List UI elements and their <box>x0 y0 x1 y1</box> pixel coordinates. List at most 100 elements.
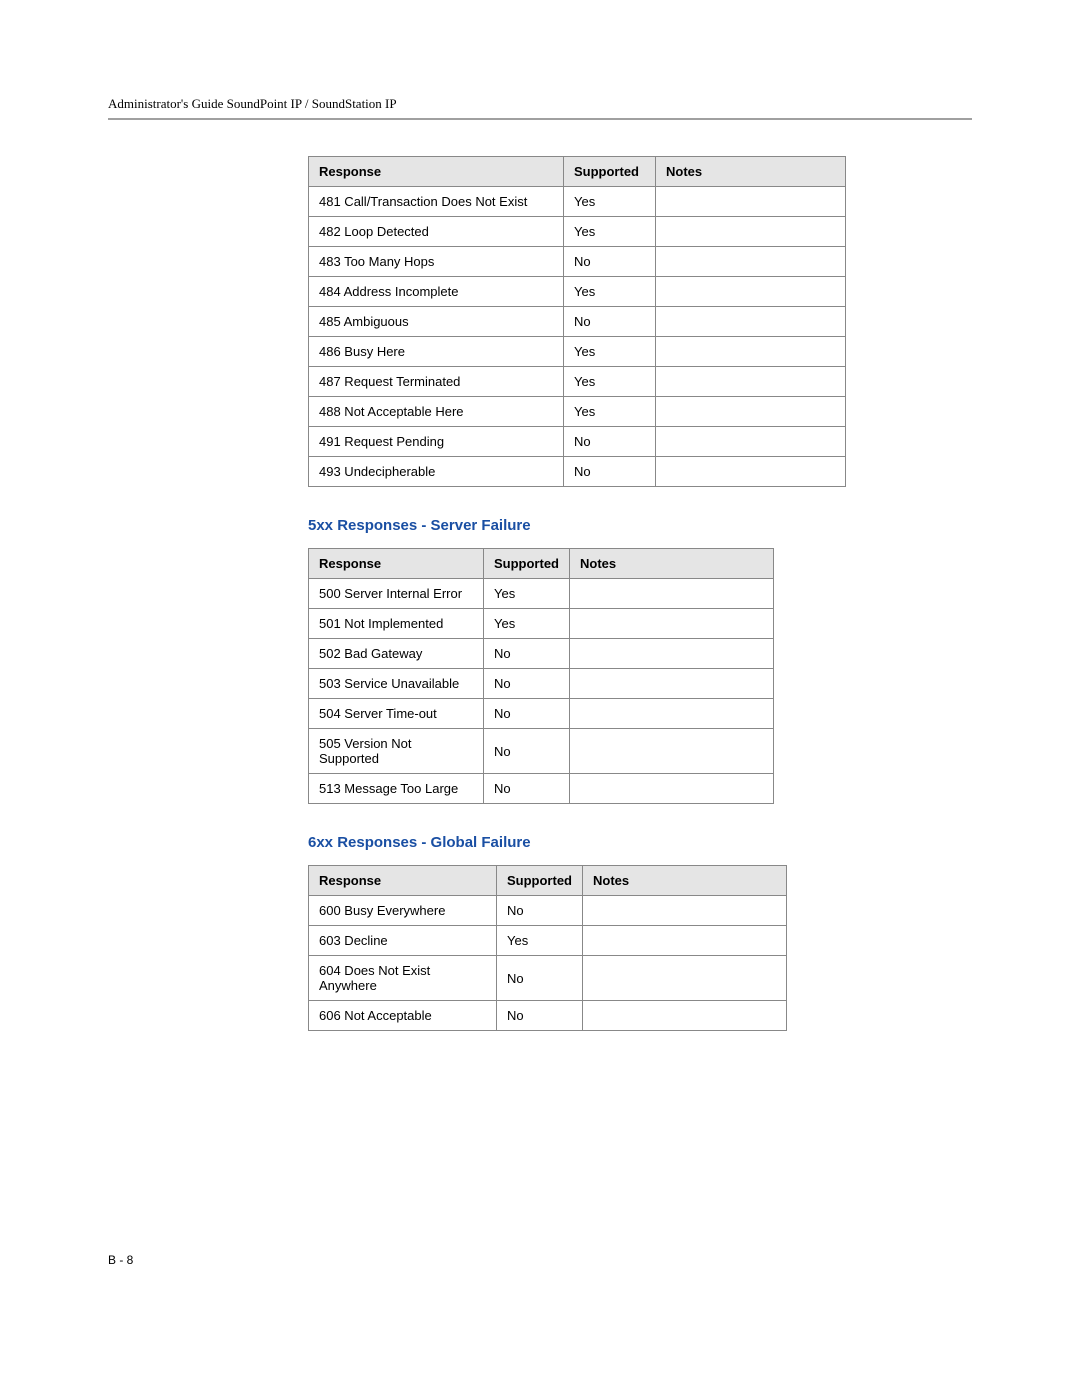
cell-response: 485 Ambiguous <box>309 307 564 337</box>
cell-response: 504 Server Time-out <box>309 699 484 729</box>
col-notes: Notes <box>583 866 787 896</box>
table-header-row: Response Supported Notes <box>309 157 846 187</box>
table-row: 491 Request PendingNo <box>309 427 846 457</box>
content-area: Response Supported Notes 481 Call/Transa… <box>308 156 972 1031</box>
cell-supported: No <box>564 247 656 277</box>
col-supported: Supported <box>564 157 656 187</box>
table-row: 513 Message Too LargeNo <box>309 774 774 804</box>
cell-response: 603 Decline <box>309 926 497 956</box>
cell-supported: No <box>484 774 570 804</box>
table-row: 503 Service UnavailableNo <box>309 669 774 699</box>
cell-supported: No <box>484 669 570 699</box>
cell-supported: Yes <box>564 217 656 247</box>
cell-response: 604 Does Not Exist Anywhere <box>309 956 497 1001</box>
table-6xx: Response Supported Notes 600 Busy Everyw… <box>308 865 787 1031</box>
section-6xx-title: 6xx Responses - Global Failure <box>308 834 972 851</box>
table-5xx: Response Supported Notes 500 Server Inte… <box>308 548 774 804</box>
cell-supported: No <box>564 307 656 337</box>
cell-response: 491 Request Pending <box>309 427 564 457</box>
cell-supported: Yes <box>564 397 656 427</box>
section-5xx-title: 5xx Responses - Server Failure <box>308 517 972 534</box>
cell-response: 503 Service Unavailable <box>309 669 484 699</box>
cell-response: 486 Busy Here <box>309 337 564 367</box>
table-row: 481 Call/Transaction Does Not ExistYes <box>309 187 846 217</box>
cell-notes <box>656 337 846 367</box>
cell-response: 487 Request Terminated <box>309 367 564 397</box>
cell-notes <box>656 307 846 337</box>
cell-supported: Yes <box>484 609 570 639</box>
cell-supported: No <box>497 956 583 1001</box>
cell-notes <box>570 699 774 729</box>
cell-notes <box>656 457 846 487</box>
cell-notes <box>570 579 774 609</box>
table-row: 493 UndecipherableNo <box>309 457 846 487</box>
cell-notes <box>583 956 787 1001</box>
cell-notes <box>656 187 846 217</box>
cell-supported: Yes <box>564 337 656 367</box>
cell-supported: Yes <box>564 277 656 307</box>
table-row: 488 Not Acceptable HereYes <box>309 397 846 427</box>
cell-notes <box>570 729 774 774</box>
cell-supported: No <box>484 729 570 774</box>
table-header-row: Response Supported Notes <box>309 866 787 896</box>
table-row: 603 DeclineYes <box>309 926 787 956</box>
cell-supported: Yes <box>564 367 656 397</box>
cell-notes <box>583 926 787 956</box>
col-notes: Notes <box>656 157 846 187</box>
table-row: 487 Request TerminatedYes <box>309 367 846 397</box>
table-row: 482 Loop DetectedYes <box>309 217 846 247</box>
table-row: 504 Server Time-outNo <box>309 699 774 729</box>
table-row: 483 Too Many HopsNo <box>309 247 846 277</box>
cell-notes <box>656 367 846 397</box>
cell-notes <box>570 774 774 804</box>
cell-notes <box>583 896 787 926</box>
col-supported: Supported <box>484 549 570 579</box>
cell-supported: Yes <box>484 579 570 609</box>
cell-notes <box>570 669 774 699</box>
cell-notes <box>583 1001 787 1031</box>
cell-response: 600 Busy Everywhere <box>309 896 497 926</box>
cell-response: 481 Call/Transaction Does Not Exist <box>309 187 564 217</box>
page-header: Administrator's Guide SoundPoint IP / So… <box>108 96 972 112</box>
cell-supported: No <box>564 457 656 487</box>
cell-supported: Yes <box>564 187 656 217</box>
cell-response: 500 Server Internal Error <box>309 579 484 609</box>
cell-supported: Yes <box>497 926 583 956</box>
cell-response: 502 Bad Gateway <box>309 639 484 669</box>
cell-response: 505 Version Not Supported <box>309 729 484 774</box>
cell-response: 493 Undecipherable <box>309 457 564 487</box>
table-row: 484 Address IncompleteYes <box>309 277 846 307</box>
table-row: 502 Bad GatewayNo <box>309 639 774 669</box>
cell-notes <box>570 609 774 639</box>
cell-response: 488 Not Acceptable Here <box>309 397 564 427</box>
table-row: 485 AmbiguousNo <box>309 307 846 337</box>
cell-response: 513 Message Too Large <box>309 774 484 804</box>
cell-response: 483 Too Many Hops <box>309 247 564 277</box>
cell-response: 482 Loop Detected <box>309 217 564 247</box>
table-row: 606 Not AcceptableNo <box>309 1001 787 1031</box>
table-row: 505 Version Not SupportedNo <box>309 729 774 774</box>
table-row: 604 Does Not Exist AnywhereNo <box>309 956 787 1001</box>
header-rule <box>108 118 972 120</box>
col-supported: Supported <box>497 866 583 896</box>
cell-notes <box>656 397 846 427</box>
table-row: 600 Busy EverywhereNo <box>309 896 787 926</box>
table-row: 486 Busy HereYes <box>309 337 846 367</box>
cell-supported: No <box>484 639 570 669</box>
cell-notes <box>656 217 846 247</box>
table-header-row: Response Supported Notes <box>309 549 774 579</box>
col-response: Response <box>309 157 564 187</box>
cell-response: 606 Not Acceptable <box>309 1001 497 1031</box>
cell-supported: No <box>484 699 570 729</box>
table-4xx-continued: Response Supported Notes 481 Call/Transa… <box>308 156 846 487</box>
page-footer: B - 8 <box>108 1253 133 1267</box>
cell-notes <box>570 639 774 669</box>
col-response: Response <box>309 549 484 579</box>
cell-response: 501 Not Implemented <box>309 609 484 639</box>
cell-supported: No <box>497 896 583 926</box>
cell-response: 484 Address Incomplete <box>309 277 564 307</box>
cell-supported: No <box>564 427 656 457</box>
cell-notes <box>656 247 846 277</box>
col-response: Response <box>309 866 497 896</box>
cell-notes <box>656 427 846 457</box>
